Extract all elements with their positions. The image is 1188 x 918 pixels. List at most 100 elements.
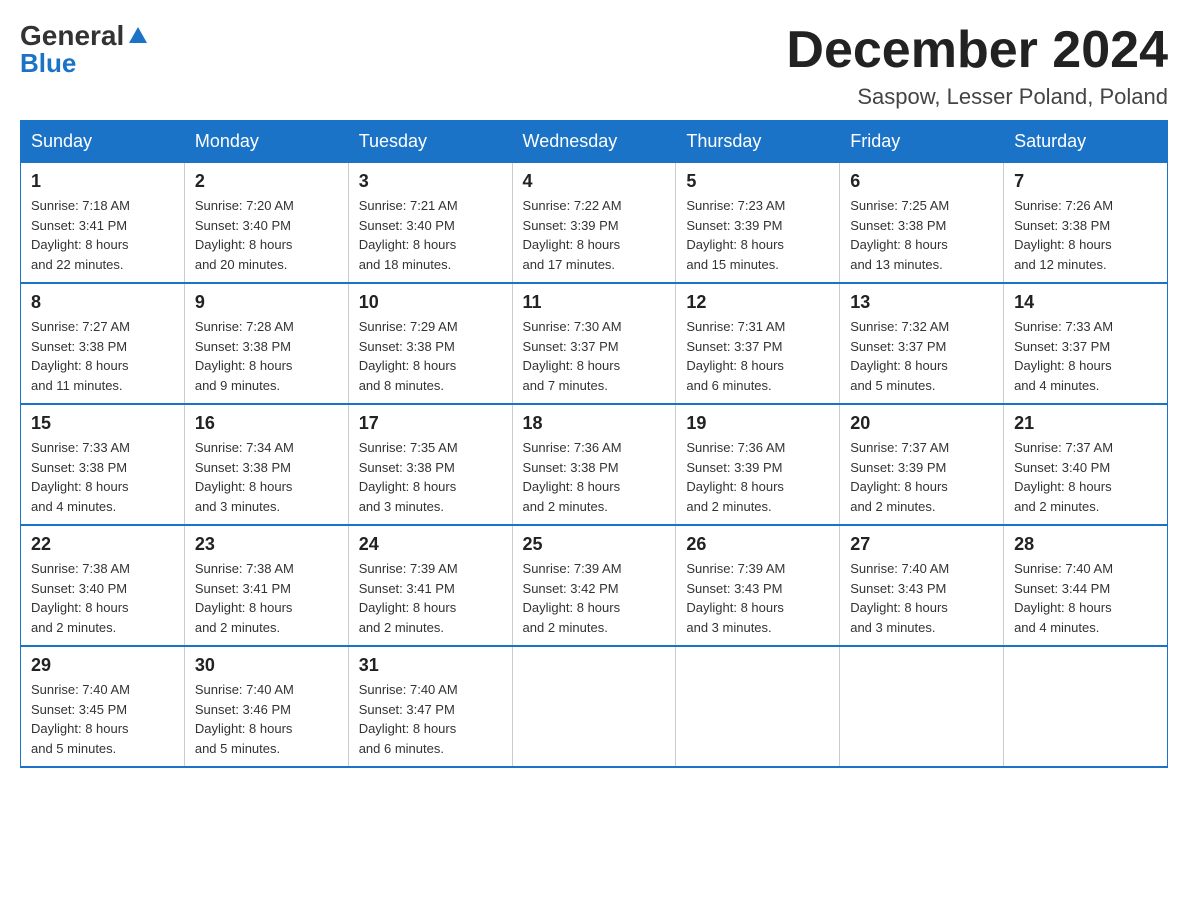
- day-info: Sunrise: 7:26 AMSunset: 3:38 PMDaylight:…: [1014, 196, 1157, 274]
- location-title: Saspow, Lesser Poland, Poland: [786, 84, 1168, 110]
- logo-blue: Blue: [20, 48, 76, 79]
- header-sunday: Sunday: [21, 121, 185, 163]
- day-info: Sunrise: 7:32 AMSunset: 3:37 PMDaylight:…: [850, 317, 993, 395]
- day-cell-3: 3 Sunrise: 7:21 AMSunset: 3:40 PMDaylight…: [348, 163, 512, 284]
- header-tuesday: Tuesday: [348, 121, 512, 163]
- week-row-3: 15Sunrise: 7:33 AMSunset: 3:38 PMDayligh…: [21, 404, 1168, 525]
- day-number: 29: [31, 655, 174, 676]
- header-saturday: Saturday: [1004, 121, 1168, 163]
- day-cell-8: 8Sunrise: 7:27 AMSunset: 3:38 PMDaylight…: [21, 283, 185, 404]
- day-cell-1: 1 Sunrise: 7:18 AMSunset: 3:41 PMDaylight…: [21, 163, 185, 284]
- day-info: Sunrise: 7:33 AMSunset: 3:37 PMDaylight:…: [1014, 317, 1157, 395]
- day-number: 10: [359, 292, 502, 313]
- day-cell-5: 5 Sunrise: 7:23 AMSunset: 3:39 PMDaylight…: [676, 163, 840, 284]
- day-info: Sunrise: 7:25 AMSunset: 3:38 PMDaylight:…: [850, 196, 993, 274]
- day-info: Sunrise: 7:36 AMSunset: 3:39 PMDaylight:…: [686, 438, 829, 516]
- day-info: Sunrise: 7:36 AMSunset: 3:38 PMDaylight:…: [523, 438, 666, 516]
- month-title: December 2024: [786, 20, 1168, 80]
- day-info: Sunrise: 7:21 AMSunset: 3:40 PMDaylight:…: [359, 196, 502, 274]
- calendar-table: SundayMondayTuesdayWednesdayThursdayFrid…: [20, 120, 1168, 768]
- day-number: 17: [359, 413, 502, 434]
- day-number: 25: [523, 534, 666, 555]
- day-number: 7: [1014, 171, 1157, 192]
- day-info: Sunrise: 7:30 AMSunset: 3:37 PMDaylight:…: [523, 317, 666, 395]
- empty-cell: [512, 646, 676, 767]
- day-number: 1: [31, 171, 174, 192]
- day-cell-13: 13 Sunrise: 7:32 AMSunset: 3:37 PMDayligh…: [840, 283, 1004, 404]
- day-info: Sunrise: 7:40 AMSunset: 3:47 PMDaylight:…: [359, 680, 502, 758]
- day-number: 26: [686, 534, 829, 555]
- day-number: 12: [686, 292, 829, 313]
- day-cell-16: 16 Sunrise: 7:34 AMSunset: 3:38 PMDayligh…: [184, 404, 348, 525]
- logo: General Blue: [20, 20, 149, 79]
- day-number: 13: [850, 292, 993, 313]
- day-info: Sunrise: 7:29 AMSunset: 3:38 PMDaylight:…: [359, 317, 502, 395]
- logo-icon: [127, 25, 149, 47]
- day-cell-20: 20 Sunrise: 7:37 AMSunset: 3:39 PMDayligh…: [840, 404, 1004, 525]
- day-number: 31: [359, 655, 502, 676]
- day-number: 22: [31, 534, 174, 555]
- day-number: 4: [523, 171, 666, 192]
- day-number: 18: [523, 413, 666, 434]
- day-number: 19: [686, 413, 829, 434]
- day-info: Sunrise: 7:40 AMSunset: 3:45 PMDaylight:…: [31, 680, 174, 758]
- day-cell-31: 31 Sunrise: 7:40 AMSunset: 3:47 PMDayligh…: [348, 646, 512, 767]
- day-cell-9: 9 Sunrise: 7:28 AMSunset: 3:38 PMDaylight…: [184, 283, 348, 404]
- day-info: Sunrise: 7:37 AMSunset: 3:40 PMDaylight:…: [1014, 438, 1157, 516]
- day-info: Sunrise: 7:39 AMSunset: 3:43 PMDaylight:…: [686, 559, 829, 637]
- day-number: 2: [195, 171, 338, 192]
- day-number: 23: [195, 534, 338, 555]
- day-cell-15: 15Sunrise: 7:33 AMSunset: 3:38 PMDayligh…: [21, 404, 185, 525]
- empty-cell: [676, 646, 840, 767]
- day-number: 14: [1014, 292, 1157, 313]
- day-number: 15: [31, 413, 174, 434]
- day-cell-22: 22Sunrise: 7:38 AMSunset: 3:40 PMDayligh…: [21, 525, 185, 646]
- day-info: Sunrise: 7:34 AMSunset: 3:38 PMDaylight:…: [195, 438, 338, 516]
- day-cell-28: 28Sunrise: 7:40 AMSunset: 3:44 PMDayligh…: [1004, 525, 1168, 646]
- day-number: 5: [686, 171, 829, 192]
- day-cell-19: 19 Sunrise: 7:36 AMSunset: 3:39 PMDayligh…: [676, 404, 840, 525]
- day-cell-25: 25 Sunrise: 7:39 AMSunset: 3:42 PMDayligh…: [512, 525, 676, 646]
- day-info: Sunrise: 7:40 AMSunset: 3:46 PMDaylight:…: [195, 680, 338, 758]
- day-number: 9: [195, 292, 338, 313]
- day-info: Sunrise: 7:40 AMSunset: 3:43 PMDaylight:…: [850, 559, 993, 637]
- day-cell-4: 4 Sunrise: 7:22 AMSunset: 3:39 PMDaylight…: [512, 163, 676, 284]
- day-info: Sunrise: 7:38 AMSunset: 3:41 PMDaylight:…: [195, 559, 338, 637]
- day-info: Sunrise: 7:18 AMSunset: 3:41 PMDaylight:…: [31, 196, 174, 274]
- day-number: 16: [195, 413, 338, 434]
- day-info: Sunrise: 7:22 AMSunset: 3:39 PMDaylight:…: [523, 196, 666, 274]
- day-number: 8: [31, 292, 174, 313]
- week-row-1: 1 Sunrise: 7:18 AMSunset: 3:41 PMDaylight…: [21, 163, 1168, 284]
- header-wednesday: Wednesday: [512, 121, 676, 163]
- day-number: 24: [359, 534, 502, 555]
- header-monday: Monday: [184, 121, 348, 163]
- day-info: Sunrise: 7:28 AMSunset: 3:38 PMDaylight:…: [195, 317, 338, 395]
- day-number: 27: [850, 534, 993, 555]
- page-header: General Blue December 2024 Saspow, Lesse…: [20, 20, 1168, 110]
- empty-cell: [1004, 646, 1168, 767]
- day-cell-10: 10 Sunrise: 7:29 AMSunset: 3:38 PMDayligh…: [348, 283, 512, 404]
- day-number: 21: [1014, 413, 1157, 434]
- day-info: Sunrise: 7:39 AMSunset: 3:41 PMDaylight:…: [359, 559, 502, 637]
- week-row-5: 29 Sunrise: 7:40 AMSunset: 3:45 PMDayligh…: [21, 646, 1168, 767]
- empty-cell: [840, 646, 1004, 767]
- day-cell-23: 23 Sunrise: 7:38 AMSunset: 3:41 PMDayligh…: [184, 525, 348, 646]
- day-number: 20: [850, 413, 993, 434]
- day-cell-30: 30Sunrise: 7:40 AMSunset: 3:46 PMDayligh…: [184, 646, 348, 767]
- day-info: Sunrise: 7:39 AMSunset: 3:42 PMDaylight:…: [523, 559, 666, 637]
- week-row-2: 8Sunrise: 7:27 AMSunset: 3:38 PMDaylight…: [21, 283, 1168, 404]
- day-number: 3: [359, 171, 502, 192]
- header-friday: Friday: [840, 121, 1004, 163]
- day-info: Sunrise: 7:35 AMSunset: 3:38 PMDaylight:…: [359, 438, 502, 516]
- day-cell-29: 29 Sunrise: 7:40 AMSunset: 3:45 PMDayligh…: [21, 646, 185, 767]
- day-cell-6: 6Sunrise: 7:25 AMSunset: 3:38 PMDaylight…: [840, 163, 1004, 284]
- week-row-4: 22Sunrise: 7:38 AMSunset: 3:40 PMDayligh…: [21, 525, 1168, 646]
- title-block: December 2024 Saspow, Lesser Poland, Pol…: [786, 20, 1168, 110]
- day-info: Sunrise: 7:31 AMSunset: 3:37 PMDaylight:…: [686, 317, 829, 395]
- day-cell-27: 27 Sunrise: 7:40 AMSunset: 3:43 PMDayligh…: [840, 525, 1004, 646]
- day-cell-26: 26 Sunrise: 7:39 AMSunset: 3:43 PMDayligh…: [676, 525, 840, 646]
- day-cell-14: 14 Sunrise: 7:33 AMSunset: 3:37 PMDayligh…: [1004, 283, 1168, 404]
- day-info: Sunrise: 7:37 AMSunset: 3:39 PMDaylight:…: [850, 438, 993, 516]
- day-info: Sunrise: 7:23 AMSunset: 3:39 PMDaylight:…: [686, 196, 829, 274]
- day-cell-18: 18 Sunrise: 7:36 AMSunset: 3:38 PMDayligh…: [512, 404, 676, 525]
